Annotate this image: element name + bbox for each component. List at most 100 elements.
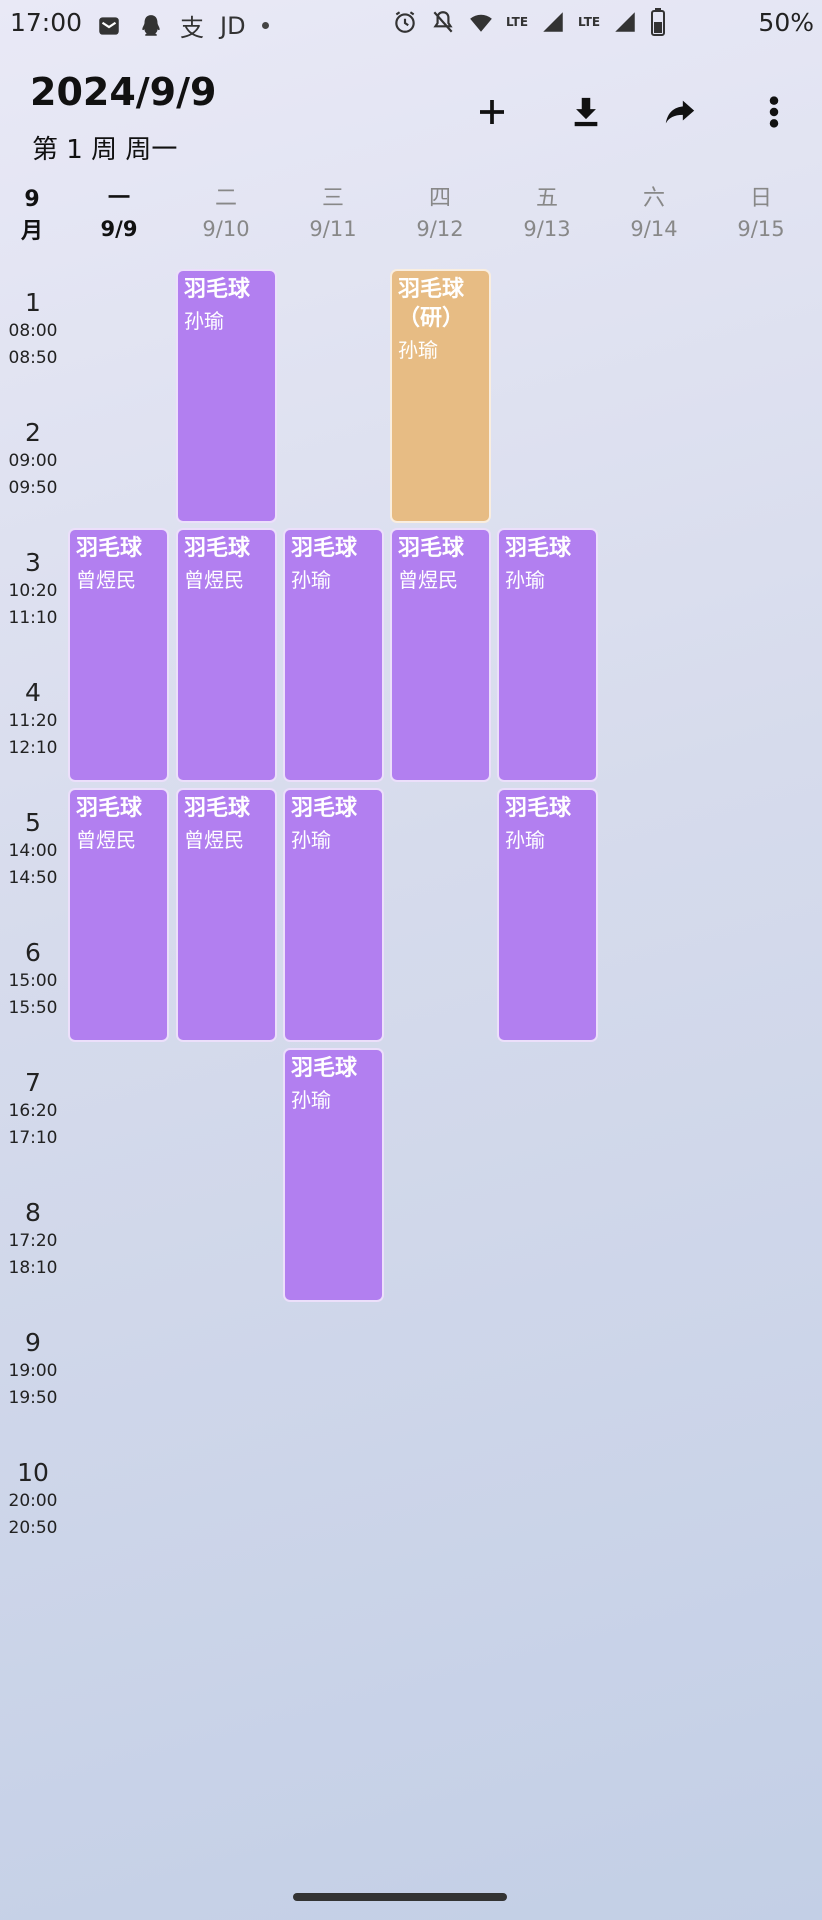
day-header-mon[interactable]: 一 9/9 (69, 184, 169, 244)
day-header-sat[interactable]: 六 9/14 (604, 184, 704, 244)
day-name: 三 (321, 186, 344, 211)
add-button[interactable] (470, 90, 514, 134)
alipay-icon: 支 (180, 14, 204, 42)
course-block[interactable]: 羽毛球 孙瑜 (497, 788, 598, 1042)
time-slot-2: 2 09:00 09:50 (0, 418, 66, 502)
course-teacher: 孙瑜 (291, 1088, 331, 1112)
day-name: 四 (428, 186, 451, 211)
course-teacher: 孙瑜 (291, 828, 331, 852)
status-left-icons: 支 JD (96, 8, 269, 43)
slot-start: 17:20 (8, 1231, 58, 1251)
share-button[interactable] (658, 90, 702, 134)
day-name: 六 (642, 186, 665, 211)
course-block[interactable]: 羽毛球 曾煜民 (390, 528, 491, 782)
slot-number: 4 (25, 678, 41, 707)
slot-start: 16:20 (8, 1101, 58, 1121)
slot-end: 18:10 (8, 1258, 58, 1278)
day-name: 日 (749, 186, 772, 211)
lte-badge-2: LTE (578, 15, 601, 29)
qq-icon (142, 14, 160, 36)
status-bar: 17:00 支 JD LTE LTE 50% (0, 0, 822, 48)
day-name: 一 (107, 186, 130, 211)
day-header-fri[interactable]: 五 9/13 (497, 184, 597, 244)
wifi-icon (470, 14, 492, 32)
course-teacher: 曾煜民 (398, 568, 458, 592)
course-name: 羽毛球（研） (398, 277, 465, 331)
course-block[interactable]: 羽毛球（研） 孙瑜 (390, 269, 491, 523)
mail-icon (99, 16, 119, 35)
course-block[interactable]: 羽毛球 孙瑜 (497, 528, 598, 782)
signal-icon-1 (543, 12, 563, 32)
day-date: 9/13 (523, 217, 571, 241)
week-label[interactable]: 第 1 周 周一 (32, 129, 177, 166)
more-vert-icon (769, 96, 779, 128)
slot-start: 10:20 (8, 581, 58, 601)
day-date: 9/15 (737, 217, 785, 241)
slot-start: 14:00 (8, 841, 58, 861)
slot-start: 09:00 (8, 451, 58, 471)
time-slot-4: 4 11:20 12:10 (0, 678, 66, 762)
slot-end: 15:50 (8, 998, 58, 1018)
month-number: 9 (24, 187, 40, 212)
download-icon (574, 97, 598, 127)
time-slot-6: 6 15:00 15:50 (0, 938, 66, 1022)
course-name: 羽毛球 (184, 277, 251, 302)
course-block[interactable]: 羽毛球 曾煜民 (176, 528, 277, 782)
dot-icon (261, 22, 269, 29)
course-name: 羽毛球 (291, 796, 358, 821)
course-name: 羽毛球 (398, 536, 465, 561)
slot-end: 17:10 (8, 1128, 58, 1148)
slot-end: 08:50 (8, 348, 58, 368)
course-block[interactable]: 羽毛球 孙瑜 (283, 528, 384, 782)
slot-number: 1 (25, 288, 41, 317)
course-teacher: 曾煜民 (184, 568, 244, 592)
battery-percent: 50% (758, 8, 814, 37)
course-teacher: 曾煜民 (76, 828, 136, 852)
slot-start: 19:00 (8, 1361, 58, 1381)
slot-start: 11:20 (8, 711, 58, 731)
day-header-sun[interactable]: 日 9/15 (711, 184, 811, 244)
course-teacher: 孙瑜 (398, 338, 438, 362)
download-button[interactable] (564, 90, 608, 134)
course-teacher: 曾煜民 (184, 828, 244, 852)
time-slot-9: 9 19:00 19:50 (0, 1328, 66, 1412)
alarm-icon (395, 11, 415, 33)
lte-badge-1: LTE (506, 15, 529, 29)
signal-icon-2 (615, 12, 635, 32)
day-date: 9/14 (630, 217, 678, 241)
course-block[interactable]: 羽毛球 孙瑜 (283, 788, 384, 1042)
day-name: 五 (535, 186, 558, 211)
course-block[interactable]: 羽毛球 孙瑜 (283, 1048, 384, 1302)
time-slot-8: 8 17:20 18:10 (0, 1198, 66, 1282)
day-date: 9/12 (416, 217, 464, 241)
slot-number: 2 (25, 418, 41, 447)
slot-number: 9 (25, 1328, 41, 1357)
course-block[interactable]: 羽毛球 曾煜民 (176, 788, 277, 1042)
course-block[interactable]: 羽毛球 曾煜民 (68, 528, 169, 782)
day-header-thu[interactable]: 四 9/12 (390, 184, 490, 244)
time-slot-7: 7 16:20 17:10 (0, 1068, 66, 1152)
course-name: 羽毛球 (76, 536, 143, 561)
slot-end: 14:50 (8, 868, 58, 888)
month-suffix: 月 (20, 219, 43, 244)
day-date: 9/10 (202, 217, 250, 241)
day-header-wed[interactable]: 三 9/11 (283, 184, 383, 244)
time-slot-1: 1 08:00 08:50 (0, 288, 66, 372)
month-indicator: 9 月 (10, 184, 54, 248)
slot-number: 5 (25, 808, 41, 837)
time-slot-5: 5 14:00 14:50 (0, 808, 66, 892)
course-block[interactable]: 羽毛球 曾煜民 (68, 788, 169, 1042)
more-options-button[interactable] (752, 90, 796, 134)
slot-start: 08:00 (8, 321, 58, 341)
course-teacher: 曾煜民 (76, 568, 136, 592)
course-teacher: 孙瑜 (184, 309, 224, 333)
day-header-tue[interactable]: 二 9/10 (176, 184, 276, 244)
slot-end: 19:50 (8, 1388, 58, 1408)
home-indicator[interactable] (293, 1893, 507, 1901)
course-name: 羽毛球 (76, 796, 143, 821)
slot-number: 10 (17, 1458, 49, 1487)
course-block[interactable]: 羽毛球 孙瑜 (176, 269, 277, 523)
slot-end: 09:50 (8, 478, 58, 498)
battery-icon (651, 8, 666, 36)
course-name: 羽毛球 (505, 536, 572, 561)
